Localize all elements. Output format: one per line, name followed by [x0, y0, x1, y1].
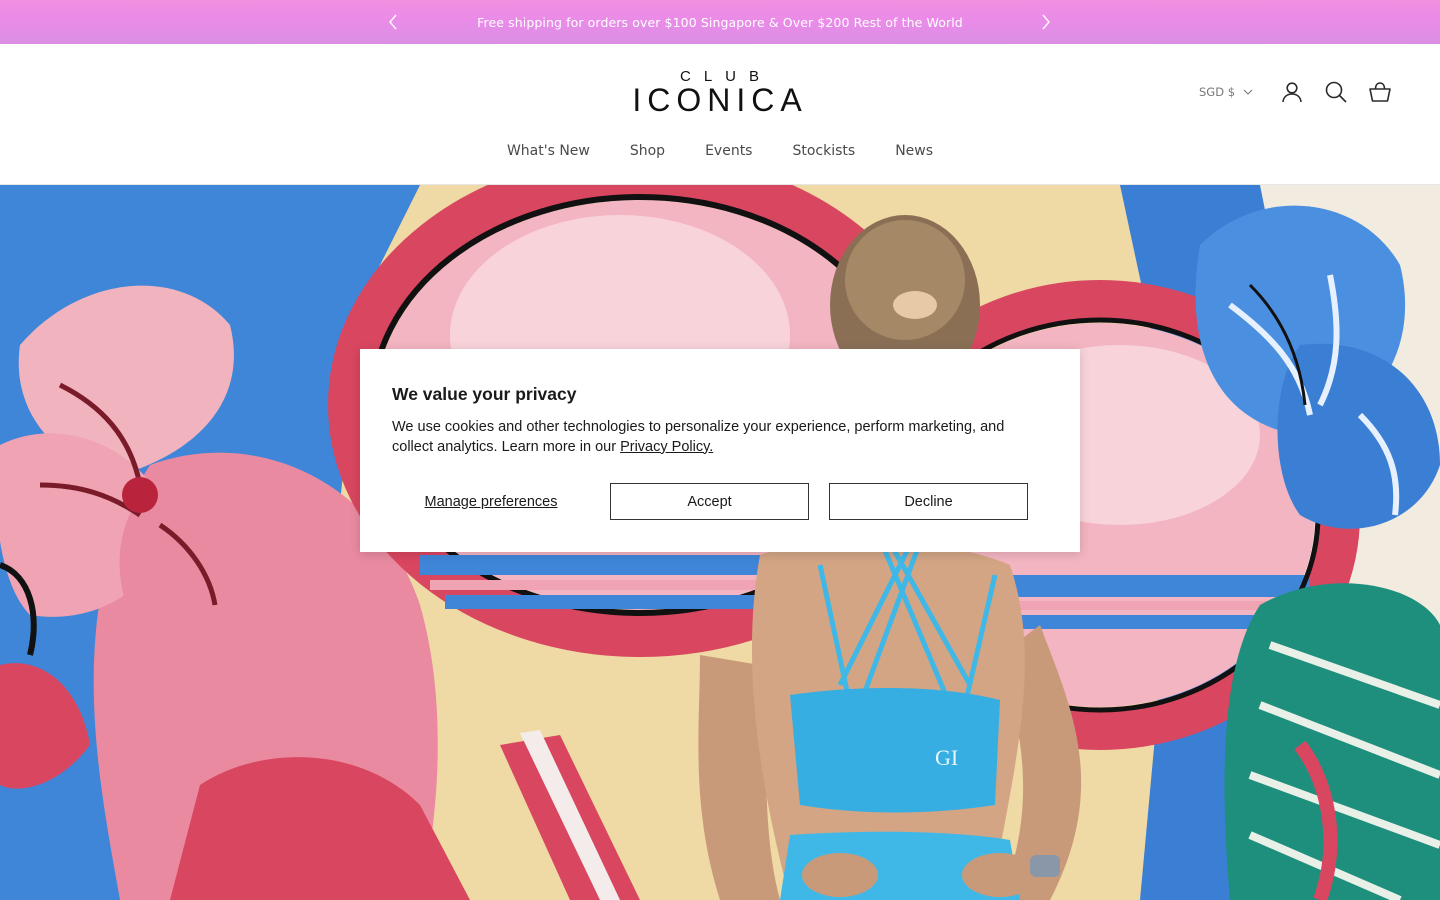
site-logo[interactable]: CLUB ICONICA [617, 68, 823, 118]
currency-selector[interactable]: SGD $ [1199, 85, 1253, 99]
cart-button[interactable] [1368, 80, 1392, 104]
search-icon [1325, 81, 1347, 103]
nav-item-events[interactable]: Events [705, 143, 752, 159]
nav-item-stockists[interactable]: Stockists [792, 143, 855, 159]
account-button[interactable] [1280, 80, 1304, 104]
announcement-bar: Free shipping for orders over $100 Singa… [0, 0, 1440, 44]
cookie-body: We use cookies and other technologies to… [392, 418, 1032, 457]
svg-text:GI: GI [935, 745, 958, 770]
cookie-actions: Manage preferences Accept Decline [392, 483, 1048, 520]
user-icon [1282, 82, 1302, 103]
nav-item-shop[interactable]: Shop [630, 143, 665, 159]
site-header: CLUB ICONICA SGD $ What's New Shop Event… [0, 44, 1440, 185]
announcement-next-button[interactable] [1036, 12, 1056, 32]
announcement-prev-button[interactable] [383, 12, 403, 32]
decline-button[interactable]: Decline [829, 483, 1028, 520]
search-button[interactable] [1324, 80, 1348, 104]
logo-iconica-text: ICONICA [632, 82, 808, 118]
announcement-text: Free shipping for orders over $100 Singa… [477, 14, 963, 30]
cookie-title: We value your privacy [392, 384, 577, 404]
chevron-down-icon [1243, 89, 1253, 95]
manage-preferences-button[interactable]: Manage preferences [392, 483, 590, 520]
cart-icon [1369, 82, 1391, 102]
currency-label: SGD $ [1199, 85, 1236, 99]
privacy-policy-link[interactable]: Privacy Policy. [620, 439, 713, 455]
cookie-consent-dialog: We value your privacy We use cookies and… [360, 349, 1080, 552]
chevron-left-icon [389, 14, 397, 30]
main-nav: What's New Shop Events Stockists News [0, 143, 1440, 159]
nav-item-news[interactable]: News [895, 143, 933, 159]
nav-item-whats-new[interactable]: What's New [507, 143, 590, 159]
accept-button[interactable]: Accept [610, 483, 809, 520]
chevron-right-icon [1042, 14, 1050, 30]
